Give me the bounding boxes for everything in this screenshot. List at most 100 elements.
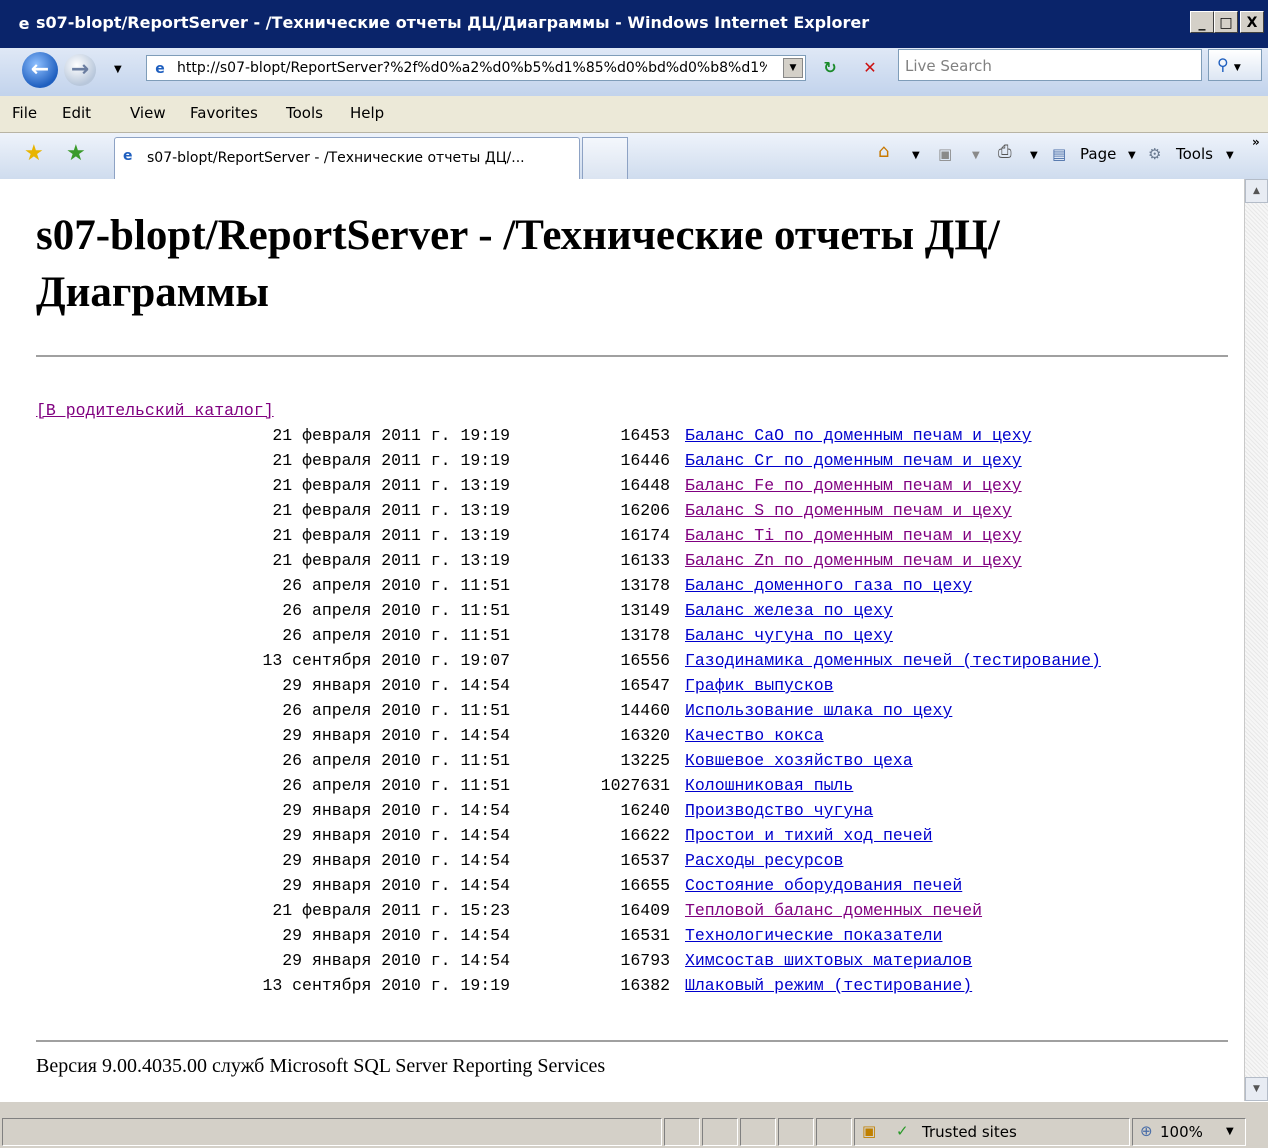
search-placeholder: Live Search xyxy=(905,57,992,75)
status-pane-2 xyxy=(702,1118,738,1146)
menu-help[interactable]: Help xyxy=(350,104,384,122)
search-input[interactable]: Live Search xyxy=(898,49,1202,81)
item-date: 29 января 2010 г. 14:54 xyxy=(282,826,510,845)
tab-bar: ★ ★ e s07-blopt/ReportServer - /Техничес… xyxy=(0,133,1268,180)
home-icon[interactable]: ⌂ xyxy=(878,141,889,162)
history-dropdown-icon[interactable]: ▼ xyxy=(114,64,122,75)
item-date: 13 сентября 2010 г. 19:19 xyxy=(262,976,510,995)
forward-icon[interactable]: → xyxy=(64,54,96,86)
menu-file[interactable]: File xyxy=(12,104,37,122)
item-date: 26 апреля 2010 г. 11:51 xyxy=(282,601,510,620)
page-dropdown-icon[interactable]: ▼ xyxy=(1128,150,1136,161)
page-menu-label[interactable]: Page xyxy=(1080,145,1116,163)
stop-icon[interactable]: ✕ xyxy=(856,55,884,81)
menu-edit[interactable]: Edit xyxy=(62,104,91,122)
item-link[interactable]: Производство чугуна xyxy=(685,801,873,820)
item-link[interactable]: Простои и тихий ход печей xyxy=(685,826,933,845)
item-date: 21 февраля 2011 г. 19:19 xyxy=(272,451,510,470)
scroll-up-icon[interactable]: ▲ xyxy=(1245,179,1268,203)
item-link[interactable]: Баланс Cr по доменным печам и цеху xyxy=(685,451,1022,470)
item-size: 16409 xyxy=(620,901,670,920)
menu-favorites[interactable]: Favorites xyxy=(190,104,258,122)
item-link[interactable]: Использование шлака по цеху xyxy=(685,701,952,720)
item-link[interactable]: Баланс доменного газа по цеху xyxy=(685,576,972,595)
item-date: 13 сентября 2010 г. 19:07 xyxy=(262,651,510,670)
tools-dropdown-icon[interactable]: ▼ xyxy=(1226,150,1234,161)
print-icon[interactable]: ⎙ xyxy=(998,142,1012,162)
status-pane-5 xyxy=(816,1118,852,1146)
minimize-button[interactable]: _ xyxy=(1190,11,1214,33)
address-dropdown-icon[interactable]: ▼ xyxy=(783,58,803,78)
item-link[interactable]: Колошниковая пыль xyxy=(685,776,853,795)
refresh-icon[interactable]: ↻ xyxy=(816,55,844,81)
list-item: 21 февраля 2011 г. 13:19 16174 Баланс Ti п… xyxy=(18,526,1238,551)
item-link[interactable]: Качество кокса xyxy=(685,726,824,745)
add-favorites-icon[interactable]: ★ xyxy=(66,141,86,166)
list-item: 21 февраля 2011 г. 13:19 16133 Баланс Zn п… xyxy=(18,551,1238,576)
lock-icon: ▣ xyxy=(862,1122,877,1140)
address-field[interactable]: e http://s07-blopt/ReportServer?%2f%d0%a… xyxy=(146,55,806,81)
item-date: 21 февраля 2011 г. 13:19 xyxy=(272,476,510,495)
feeds-icon[interactable]: ▣ xyxy=(938,145,952,163)
item-link[interactable]: Ковшевое хозяйство цеха xyxy=(685,751,913,770)
search-icon[interactable]: ⚲ ▼ xyxy=(1208,49,1262,81)
page-icon[interactable]: ▤ xyxy=(1052,145,1066,163)
item-link[interactable]: Технологические показатели xyxy=(685,926,942,945)
item-link[interactable]: Баланс Fe по доменным печам и цеху xyxy=(685,476,1022,495)
ie-tab-icon: e xyxy=(123,148,133,164)
title-bar: e s07-blopt/ReportServer - /Технические … xyxy=(0,0,1268,48)
item-size: 16206 xyxy=(620,501,670,520)
item-link[interactable]: Баланс Ti по доменным печам и цеху xyxy=(685,526,1022,545)
item-link[interactable]: Баланс железа по цеху xyxy=(685,601,893,620)
zoom-level: 100% xyxy=(1160,1123,1203,1141)
list-item: 21 февраля 2011 г. 13:19 16448 Баланс Fe п… xyxy=(18,476,1238,501)
tools-menu-label[interactable]: Tools xyxy=(1176,145,1213,163)
item-link[interactable]: Баланс CaO по доменным печам и цеху xyxy=(685,426,1032,445)
item-size: 16446 xyxy=(620,451,670,470)
item-date: 29 января 2010 г. 14:54 xyxy=(282,926,510,945)
feeds-dropdown-icon[interactable]: ▼ xyxy=(972,150,980,161)
new-tab-button[interactable] xyxy=(582,137,628,179)
favorites-star-icon[interactable]: ★ xyxy=(24,141,44,166)
tab-current[interactable]: e s07-blopt/ReportServer - /Технические … xyxy=(114,137,580,179)
item-size: 16531 xyxy=(620,926,670,945)
item-date: 21 февраля 2011 г. 19:19 xyxy=(272,426,510,445)
item-size: 13149 xyxy=(620,601,670,620)
list-item: 26 апреля 2010 г. 11:51 13225 Ковшевое хоз… xyxy=(18,751,1238,776)
item-link[interactable]: Баланс S по доменным печам и цеху xyxy=(685,501,1012,520)
vertical-scrollbar[interactable]: ▲ ▼ xyxy=(1244,179,1268,1101)
zoom-dropdown-icon[interactable]: ▼ xyxy=(1226,1126,1234,1137)
home-dropdown-icon[interactable]: ▼ xyxy=(912,150,920,161)
list-item: 21 февраля 2011 г. 15:23 16409 Тепловой ба… xyxy=(18,901,1238,926)
item-date: 26 апреля 2010 г. 11:51 xyxy=(282,751,510,770)
item-link[interactable]: Расходы ресурсов xyxy=(685,851,843,870)
item-link[interactable]: Баланс чугуна по цеху xyxy=(685,626,893,645)
item-link[interactable]: Тепловой баланс доменных печей xyxy=(685,901,982,920)
back-icon[interactable]: ← xyxy=(22,52,58,88)
item-link[interactable]: Химсостав шихтовых материалов xyxy=(685,951,972,970)
menu-view[interactable]: View xyxy=(130,104,166,122)
close-button[interactable]: X xyxy=(1240,11,1264,33)
item-link[interactable]: Газодинамика доменных печей (тестировани… xyxy=(685,651,1101,670)
parent-directory-link[interactable]: [В родительский каталог] xyxy=(36,401,274,420)
version-footer: Версия 9.00.4035.00 служб Microsoft SQL … xyxy=(36,1055,606,1077)
top-divider xyxy=(36,355,1228,357)
menu-tools[interactable]: Tools xyxy=(286,104,323,122)
menu-bar: File Edit View Favorites Tools Help xyxy=(0,96,1268,133)
item-link[interactable]: Баланс Zn по доменным печам и цеху xyxy=(685,551,1022,570)
item-size: 16453 xyxy=(620,426,670,445)
item-size: 16793 xyxy=(620,951,670,970)
chevron-more-icon[interactable]: » xyxy=(1252,135,1260,149)
maximize-button[interactable]: □ xyxy=(1214,11,1238,33)
print-dropdown-icon[interactable]: ▼ xyxy=(1030,150,1038,161)
item-link[interactable]: График выпусков xyxy=(685,676,834,695)
item-date: 29 января 2010 г. 14:54 xyxy=(282,801,510,820)
tools-gear-icon[interactable]: ⚙ xyxy=(1148,145,1161,163)
item-link[interactable]: Шлаковый режим (тестирование) xyxy=(685,976,972,995)
item-link[interactable]: Состояние оборудования печей xyxy=(685,876,962,895)
list-item: 29 января 2010 г. 14:54 16537 Расходы ресу… xyxy=(18,851,1238,876)
address-url[interactable]: http://s07-blopt/ReportServer?%2f%d0%a2%… xyxy=(177,60,767,76)
status-text-pane xyxy=(2,1118,662,1146)
scroll-down-icon[interactable]: ▼ xyxy=(1245,1077,1268,1101)
item-date: 29 января 2010 г. 14:54 xyxy=(282,851,510,870)
